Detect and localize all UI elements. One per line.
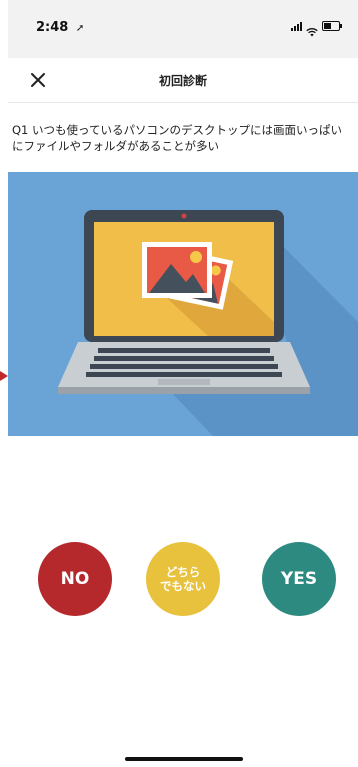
page-title: 初回診断 [158,74,207,88]
yes-button[interactable]: YES [262,542,336,616]
neutral-label-line2: でもない [160,579,206,593]
laptop-with-photos-icon [58,210,358,436]
modal-header: 初回診断 [8,58,358,103]
answer-buttons: NO どちら でもない YES [8,542,358,622]
yes-button-label: YES [280,569,318,589]
pointer-arrow-icon [0,371,8,381]
battery-icon [322,21,342,31]
neutral-button-label: どちら でもない [160,565,206,593]
status-time: 2:48 ➚ [36,20,84,35]
neutral-button[interactable]: どちら でもない [146,542,220,616]
neutral-label-line1: どちら [165,565,201,579]
question-illustration [8,172,358,436]
status-time-text: 2:48 [36,20,69,35]
no-button-label: NO [60,569,90,589]
signal-icon [291,21,302,31]
no-button[interactable]: NO [38,542,112,616]
status-bar: 2:48 ➚ [8,0,358,58]
phone-screen: 2:48 ➚ 初回診断 Q1 いつも使っているパソコンのデスクトップには画面いっ… [8,0,358,767]
wifi-icon [306,22,318,36]
location-arrow-icon: ➚ [75,23,85,34]
home-indicator[interactable] [125,757,243,761]
question-text: Q1 いつも使っているパソコンのデスクトップには画面いっぱいにファイルやフォルダ… [12,123,342,153]
status-icons [291,21,342,36]
